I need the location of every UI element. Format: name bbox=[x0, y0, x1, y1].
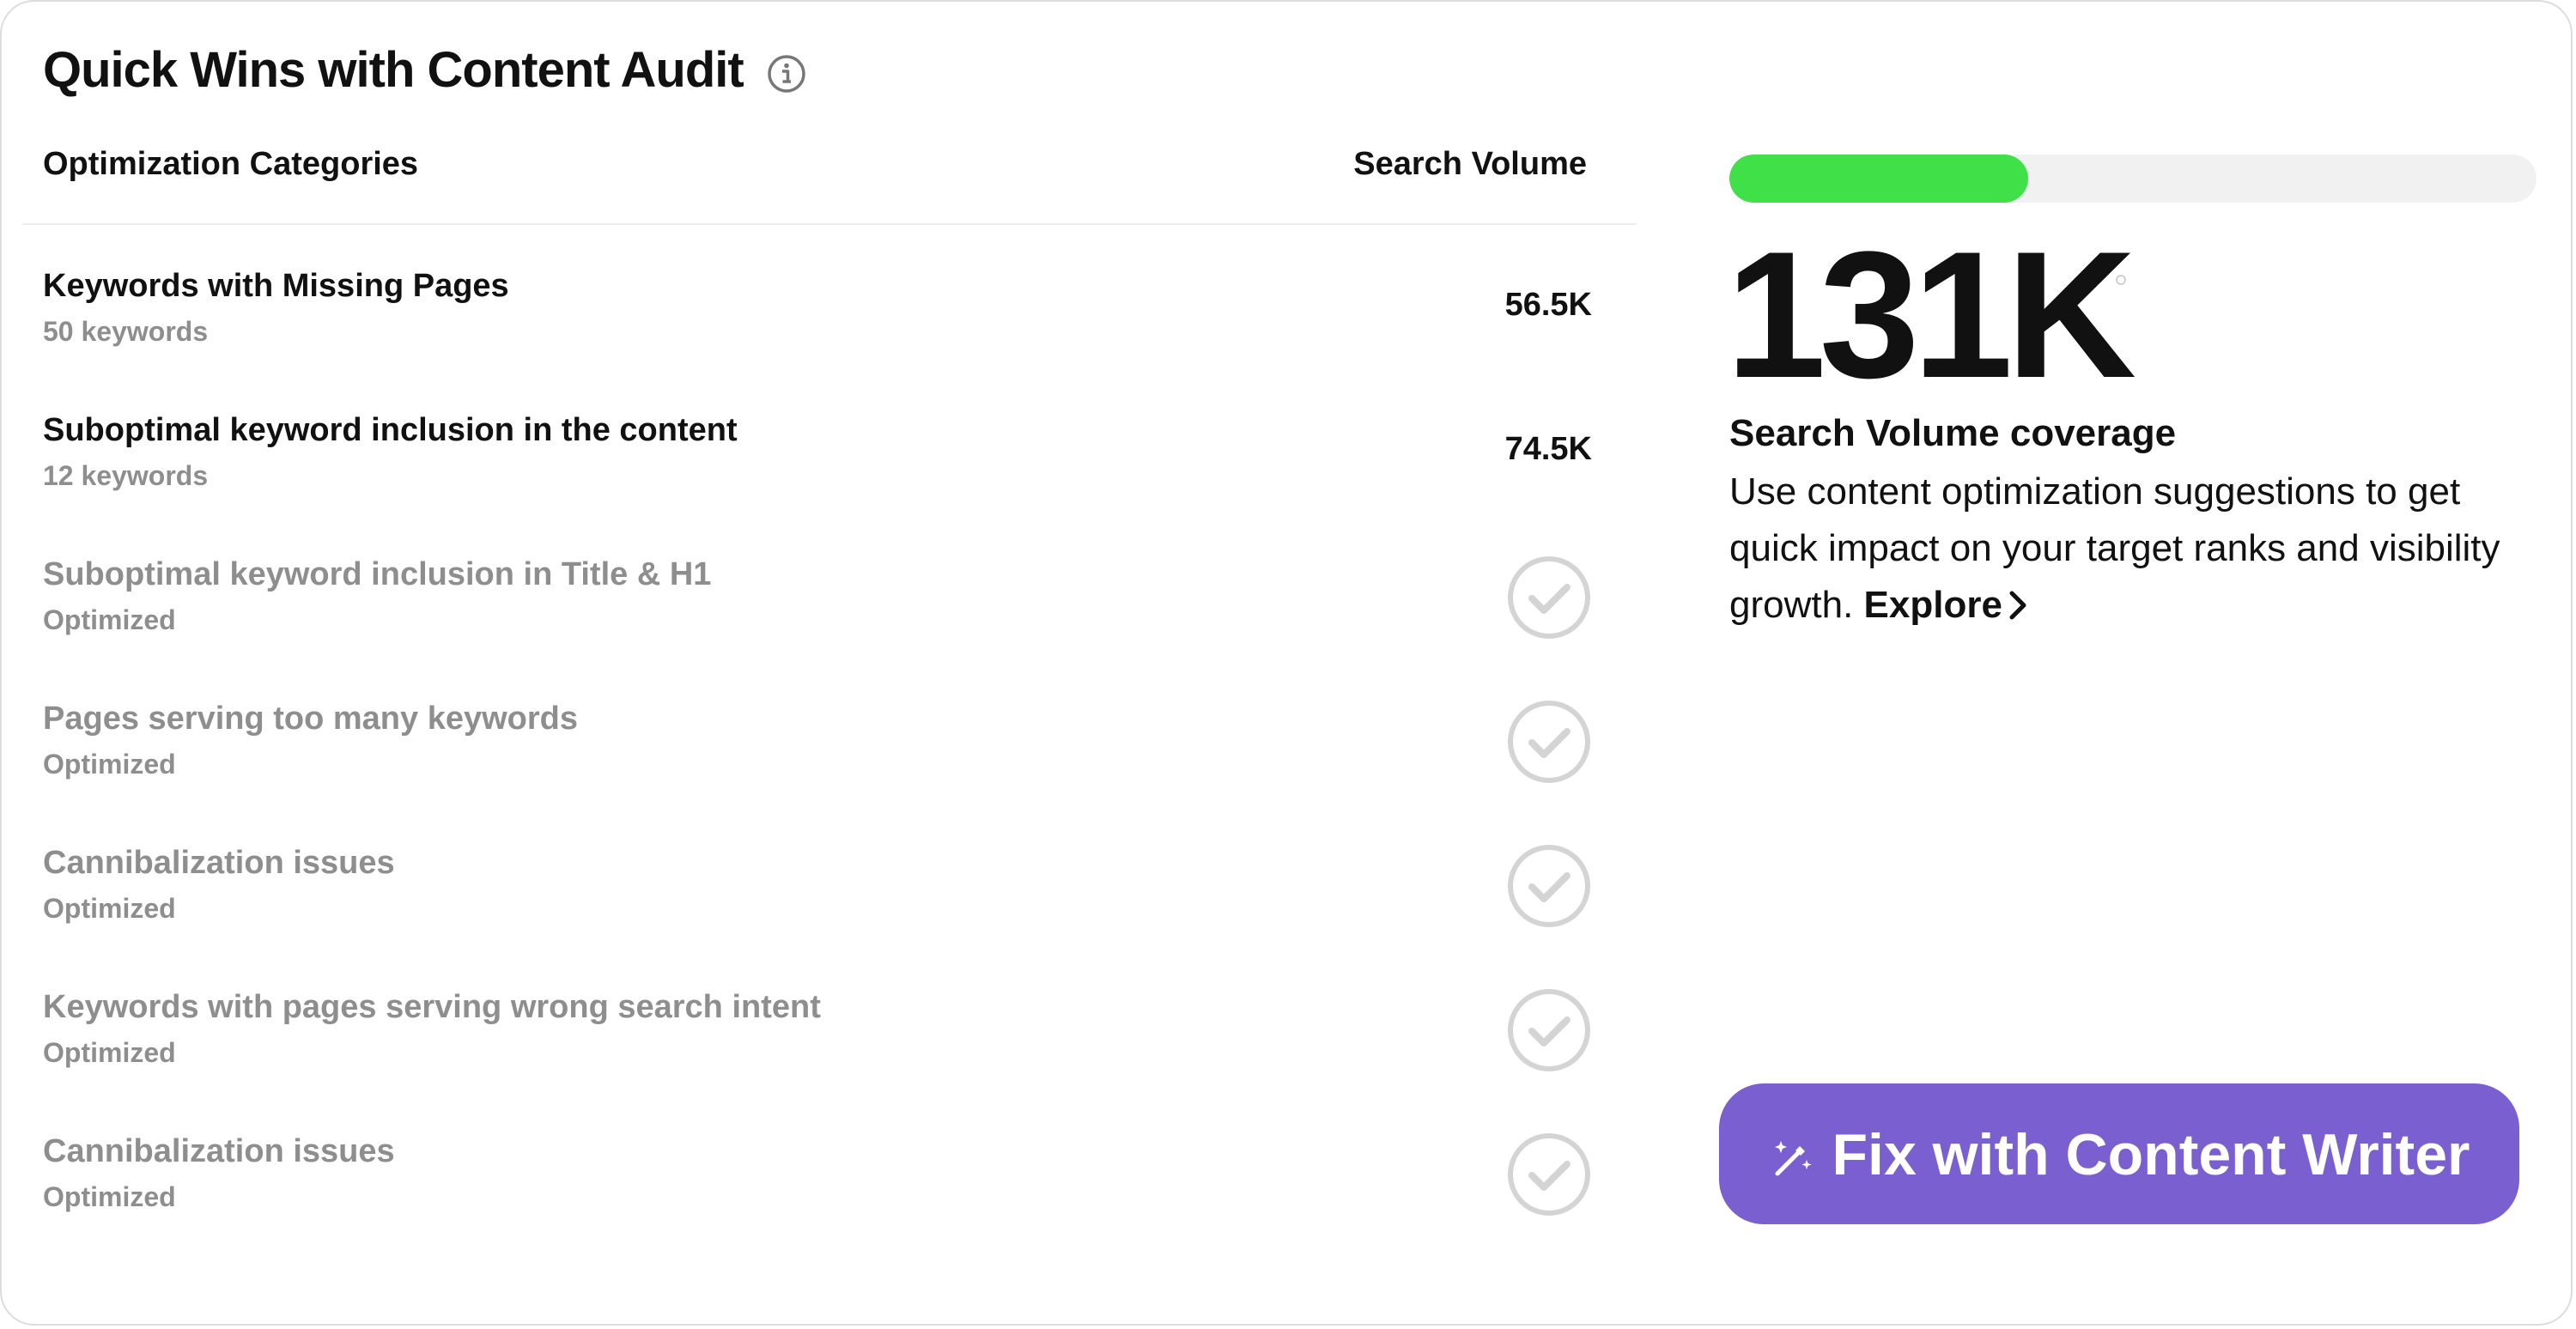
coverage-progress-fill bbox=[1729, 155, 2028, 203]
search-volume-value: 74.5K bbox=[1504, 431, 1592, 467]
category-subtitle: Optimized bbox=[43, 893, 176, 924]
checkmark-circle-icon bbox=[1508, 1133, 1590, 1216]
category-title: Suboptimal keyword inclusion in Title & … bbox=[43, 556, 712, 592]
card-title: Quick Wins with Content Audit bbox=[43, 42, 744, 98]
category-title: Cannibalization issues bbox=[43, 1133, 395, 1169]
checkmark-circle-icon bbox=[1508, 989, 1590, 1071]
column-header-search-volume[interactable]: Search Volume bbox=[1353, 146, 1587, 183]
search-volume-total: 131K bbox=[1726, 214, 2136, 416]
category-title: Pages serving too many keywords bbox=[43, 701, 579, 737]
category-title: Keywords with pages serving wrong search… bbox=[43, 989, 821, 1025]
category-subtitle: Optimized bbox=[43, 604, 176, 635]
chevron-right-icon bbox=[2009, 591, 2026, 620]
column-header-categories[interactable]: Optimization Categories bbox=[43, 146, 418, 183]
info-icon[interactable] bbox=[766, 53, 807, 94]
category-row[interactable]: Suboptimal keyword inclusion in the cont… bbox=[43, 412, 1592, 515]
checkmark-circle-icon bbox=[1508, 845, 1590, 927]
category-subtitle: 12 keywords bbox=[43, 460, 209, 491]
explore-label: Explore bbox=[1863, 584, 2002, 626]
checkmark-circle-icon bbox=[1508, 701, 1590, 783]
explore-link[interactable]: Explore bbox=[1864, 584, 2028, 626]
category-row[interactable]: Pages serving too many keywords Optimized bbox=[43, 701, 1592, 804]
category-subtitle: Optimized bbox=[43, 749, 176, 780]
category-title: Cannibalization issues bbox=[43, 845, 395, 881]
quick-wins-card: Quick Wins with Content Audit Optimizati… bbox=[0, 0, 2573, 1326]
magic-wand-icon bbox=[1774, 1141, 1812, 1176]
category-row[interactable]: Keywords with pages serving wrong search… bbox=[43, 989, 1592, 1092]
fix-with-content-writer-button[interactable]: Fix with Content Writer bbox=[1719, 1083, 2519, 1224]
dot-marker bbox=[2116, 275, 2126, 285]
coverage-description: Use content optimization suggestions to … bbox=[1729, 464, 2502, 634]
search-volume-value: 56.5K bbox=[1504, 287, 1592, 323]
coverage-progress-bar bbox=[1729, 155, 2537, 203]
category-subtitle: 50 keywords bbox=[43, 316, 209, 347]
coverage-description-text: Use content optimization suggestions to … bbox=[1729, 470, 2500, 626]
category-subtitle: Optimized bbox=[43, 1181, 176, 1212]
header-divider bbox=[22, 223, 1637, 225]
fix-with-content-writer-label: Fix with Content Writer bbox=[1832, 1122, 2470, 1187]
coverage-title: Search Volume coverage bbox=[1729, 412, 2177, 454]
checkmark-circle-icon bbox=[1508, 556, 1590, 639]
category-subtitle: Optimized bbox=[43, 1037, 176, 1068]
category-title: Keywords with Missing Pages bbox=[43, 268, 509, 304]
category-row[interactable]: Suboptimal keyword inclusion in Title & … bbox=[43, 556, 1592, 659]
category-row[interactable]: Keywords with Missing Pages 50 keywords 56… bbox=[43, 268, 1592, 371]
category-row[interactable]: Cannibalization issues Optimized bbox=[43, 1133, 1592, 1236]
card-header: Quick Wins with Content Audit bbox=[43, 41, 807, 99]
category-row[interactable]: Cannibalization issues Optimized bbox=[43, 845, 1592, 948]
category-title: Suboptimal keyword inclusion in the cont… bbox=[43, 412, 738, 448]
